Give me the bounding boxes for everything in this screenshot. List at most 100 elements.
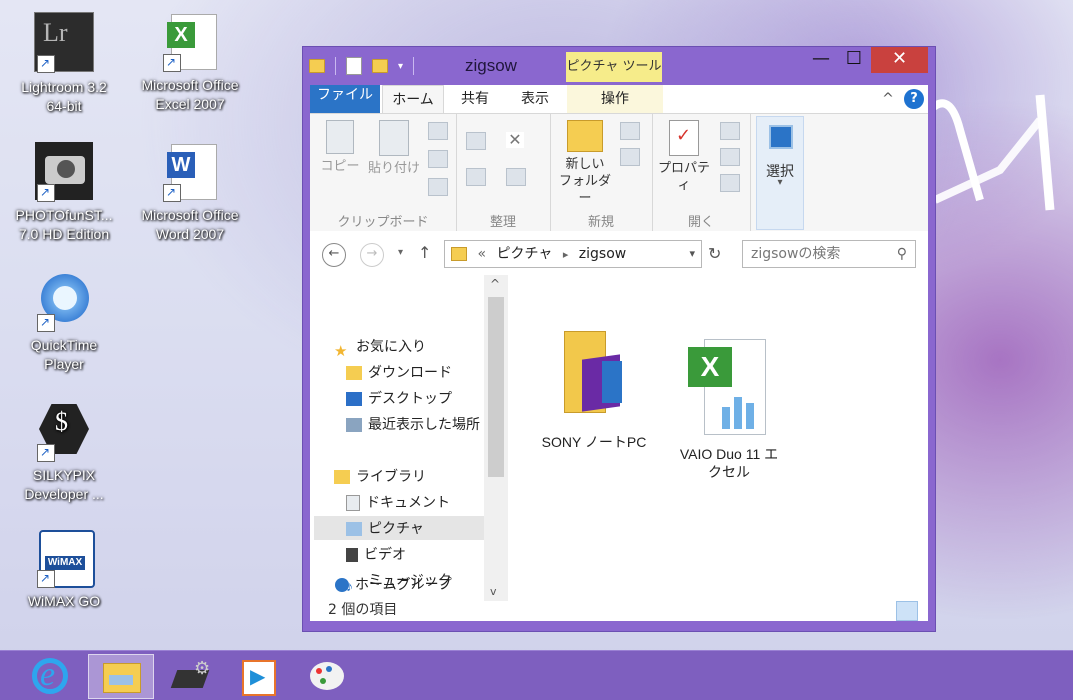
large-icons-view-button[interactable] <box>896 601 918 621</box>
properties-icon[interactable] <box>346 57 362 75</box>
help-icon[interactable]: ? <box>904 89 924 109</box>
devices-icon[interactable]: ⚙ <box>158 654 222 697</box>
nav-libraries[interactable]: ライブラリ <box>334 464 426 488</box>
content-area: ★ お気に入り ダウンロード デスクトップ 最近表示した場所 ライブラリ ドキュメ… <box>310 275 928 621</box>
new-folder-button[interactable]: 新しい フォルダー <box>554 120 616 207</box>
maximize-button[interactable]: ☐ <box>839 47 869 73</box>
details-view-button[interactable] <box>868 601 890 621</box>
desktop-icon-quicktime[interactable]: QuickTime Player <box>14 272 114 374</box>
copy-icon <box>326 120 354 154</box>
ribbon: コピー 貼り付け クリップボード ✕ 整理 新しい フォルダー 新規 ✓ プロパ… <box>310 113 928 233</box>
back-button[interactable]: ← <box>322 243 346 267</box>
easy-access-icon[interactable] <box>620 148 640 166</box>
chevron-up-icon[interactable]: ^ <box>878 85 898 113</box>
refresh-button[interactable]: ↻ <box>708 244 721 263</box>
group-label-clipboard: クリップボード <box>337 215 429 230</box>
file-vaio-excel[interactable]: X VAIO Duo 11 エ クセル <box>666 337 792 481</box>
forward-button[interactable]: → <box>360 243 384 267</box>
edit-icon[interactable] <box>720 148 740 166</box>
nav-videos[interactable]: ビデオ <box>346 542 406 566</box>
picture-tools-tab: ピクチャ ツール <box>566 52 662 82</box>
new-folder-icon[interactable] <box>372 59 388 73</box>
nav-pictures[interactable]: ピクチャ <box>314 516 484 540</box>
nav-homegroup-item[interactable]: ホームグループ <box>335 572 452 596</box>
search-input[interactable]: zigsowの検索 ⚲ <box>742 240 916 268</box>
media-icon[interactable]: ▶ <box>226 654 290 697</box>
scroll-down-icon[interactable]: v <box>490 585 497 598</box>
desktop-icon-word[interactable]: W Microsoft Office Word 2007 <box>140 142 240 244</box>
history-icon[interactable] <box>720 174 740 192</box>
star-icon: ★ <box>334 343 348 361</box>
desktop-icon <box>346 392 362 407</box>
desktop-icon-wimax[interactable]: WiMAX WiMAX GO <box>14 528 114 611</box>
paste-button[interactable]: 貼り付け <box>364 120 424 177</box>
word-icon: W <box>161 142 219 202</box>
address-field[interactable]: « ピクチャ ▸ zigsow ▾ <box>444 240 702 268</box>
tab-manage[interactable]: 操作 <box>567 85 663 113</box>
explorer-window[interactable]: ▾ zigsow ピクチャ ツール — ☐ ✕ ファイル ホーム 共有 表示 操… <box>302 46 936 632</box>
desktop-icon-photofunstudio[interactable]: PHOTOfunST... 7.0 HD Edition <box>14 142 114 244</box>
nav-desktop[interactable]: デスクトップ <box>346 386 452 410</box>
title-bar[interactable]: ▾ zigsow ピクチャ ツール — ☐ ✕ <box>303 47 935 85</box>
group-new: 新しい フォルダー 新規 <box>550 114 653 232</box>
move-to-icon[interactable] <box>466 132 486 150</box>
explorer-icon[interactable] <box>88 654 154 699</box>
quick-access-toolbar: ▾ <box>309 57 415 75</box>
close-button[interactable]: ✕ <box>871 47 928 73</box>
taskbar: e ⚙ ▶ <box>0 650 1073 700</box>
select-button[interactable]: 選択 ▾ <box>756 116 804 230</box>
videos-icon <box>346 548 358 563</box>
ie-icon[interactable]: e <box>18 654 82 697</box>
window-title: zigsow <box>465 56 517 75</box>
scroll-up-icon[interactable]: ^ <box>490 277 500 291</box>
group-label-organize: 整理 <box>489 215 516 230</box>
tab-view[interactable]: 表示 <box>510 85 560 113</box>
group-label-open: 開く <box>687 215 714 230</box>
new-item-icon[interactable] <box>620 122 640 140</box>
folder-icon <box>451 247 467 261</box>
paste-icon <box>379 120 409 156</box>
search-icon[interactable]: ⚲ <box>897 241 907 267</box>
rename-icon[interactable] <box>506 168 526 186</box>
recent-locations-icon[interactable]: ▾ <box>398 247 403 258</box>
group-organize: ✕ 整理 <box>456 114 551 232</box>
silkypix-icon: $ <box>35 402 93 462</box>
up-button[interactable]: ↑ <box>418 243 431 262</box>
lightroom-icon: Lr <box>34 12 94 73</box>
paste-shortcut-icon[interactable] <box>428 178 448 196</box>
chevron-down-icon[interactable]: ▾ <box>689 241 695 267</box>
chevron-down-icon[interactable]: ▾ <box>398 61 403 72</box>
file-sony-folder[interactable]: SONY ノートPC <box>538 331 650 451</box>
tab-file[interactable]: ファイル <box>310 85 380 113</box>
folder-icon <box>562 331 626 415</box>
nav-recent[interactable]: 最近表示した場所 <box>346 412 480 436</box>
minimize-button[interactable]: — <box>807 47 835 73</box>
desktop-icon-lightroom[interactable]: Lr Lightroom 3.2 64-bit <box>14 12 114 116</box>
tab-share[interactable]: 共有 <box>450 85 500 113</box>
nav-favorites[interactable]: ★ お気に入り <box>334 334 426 361</box>
paint-icon[interactable] <box>296 654 360 697</box>
copy-path-icon[interactable] <box>428 150 448 168</box>
breadcrumb-pictures[interactable]: ピクチャ <box>496 246 552 262</box>
open-icon[interactable] <box>720 122 740 140</box>
cut-icon[interactable] <box>428 122 448 140</box>
group-clipboard: コピー 貼り付け クリップボード <box>310 114 457 232</box>
tab-home[interactable]: ホーム <box>382 85 444 114</box>
copy-button[interactable]: コピー <box>318 120 362 175</box>
nav-downloads[interactable]: ダウンロード <box>346 360 452 384</box>
documents-icon <box>346 495 360 512</box>
properties-button[interactable]: ✓ プロパティ <box>654 120 714 194</box>
folder-icon <box>567 120 603 152</box>
copy-to-icon[interactable] <box>466 168 486 186</box>
breadcrumb-zigsow[interactable]: zigsow <box>579 246 626 262</box>
group-label-new: 新規 <box>587 215 614 230</box>
desktop-icon-excel[interactable]: X Microsoft Office Excel 2007 <box>140 12 240 114</box>
folder-icon[interactable] <box>309 59 325 73</box>
desktop-icon-silkypix[interactable]: $ SILKYPIX Developer ... <box>14 402 114 504</box>
nav-documents[interactable]: ドキュメント <box>346 490 450 514</box>
scroll-thumb[interactable] <box>488 297 504 477</box>
delete-icon[interactable]: ✕ <box>506 132 524 148</box>
downloads-icon <box>346 366 362 381</box>
nav-scrollbar[interactable]: ^ v <box>484 275 508 601</box>
item-count: 2 個の項目 <box>328 602 398 618</box>
